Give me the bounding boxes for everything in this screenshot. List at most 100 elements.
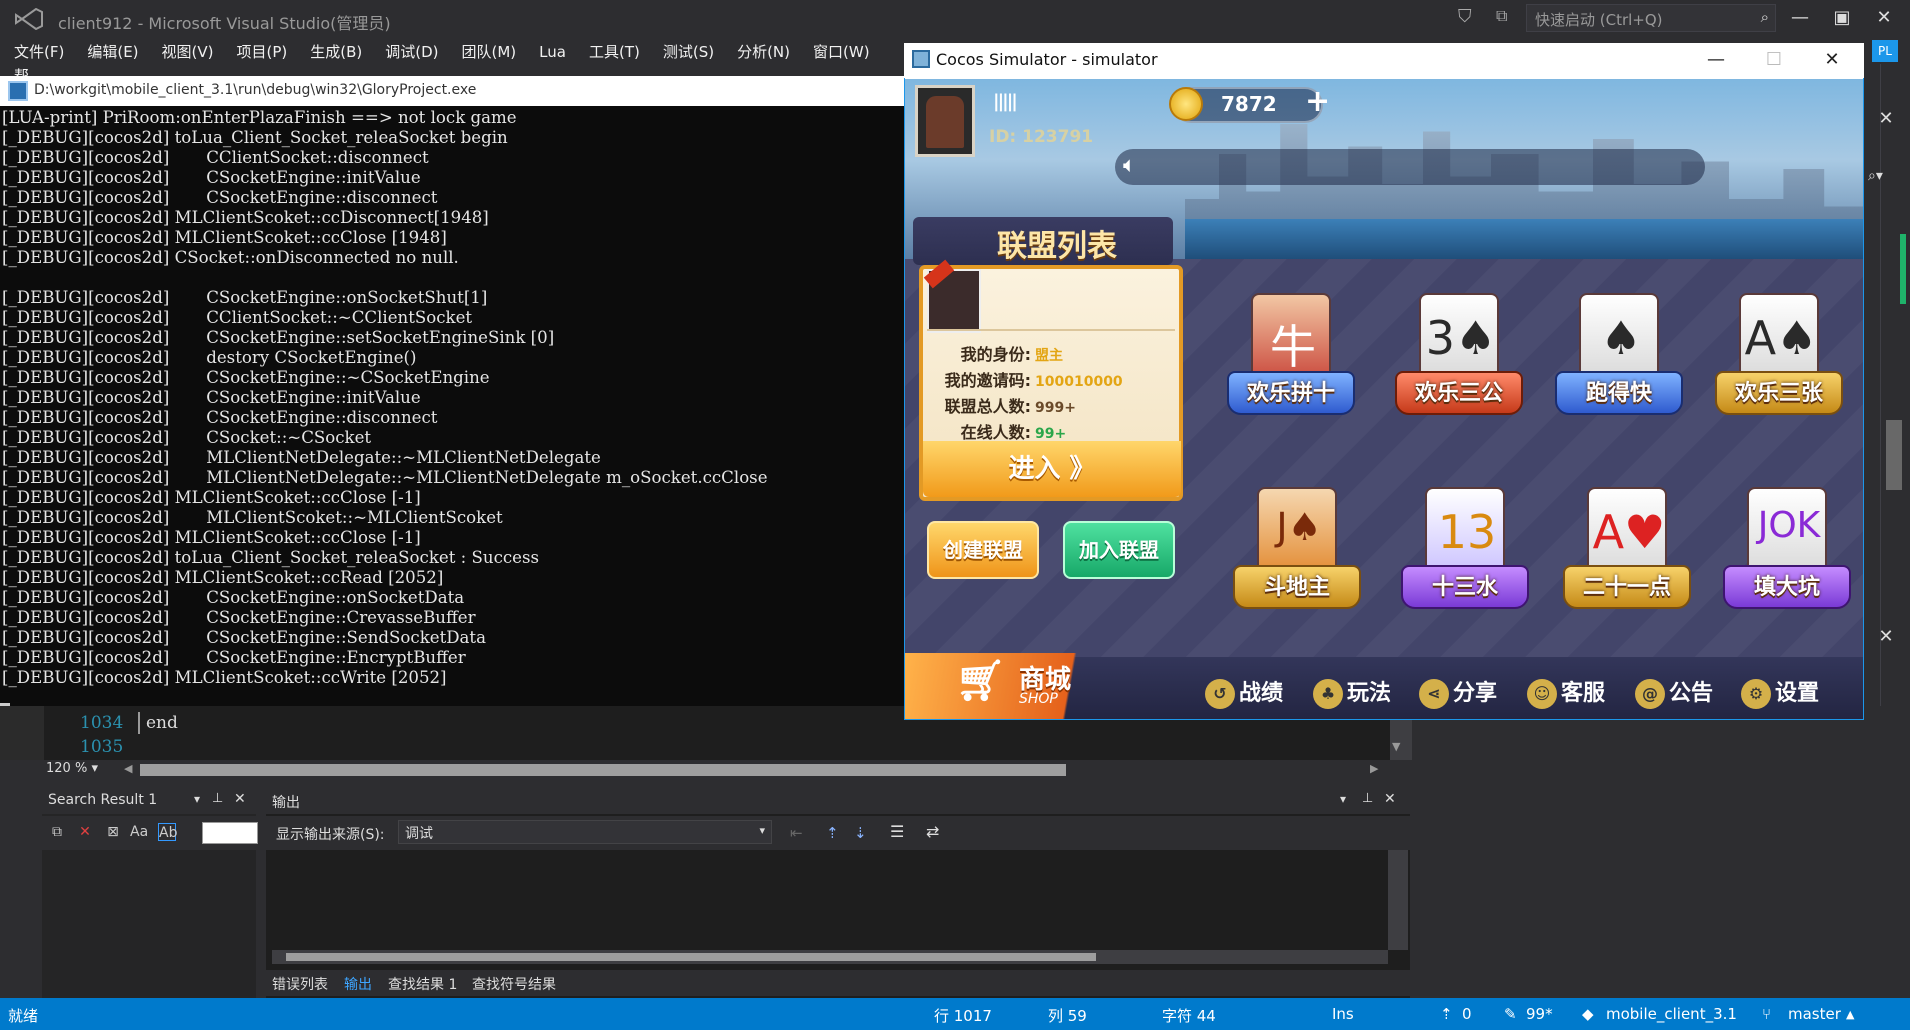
output-title: 输出 — [272, 795, 300, 811]
repository-name[interactable]: mobile_client_3.1 — [1606, 1005, 1737, 1023]
dropdown-icon[interactable]: ▾ — [1340, 792, 1346, 806]
output-horizontal-thumb[interactable] — [286, 953, 1096, 961]
nav-service[interactable]: ☺ 客服 — [1527, 675, 1605, 709]
menu-team[interactable]: 团队(M) — [462, 38, 517, 62]
zoom-select[interactable]: 120 % ▾ — [46, 761, 98, 776]
add-coins-button[interactable]: + — [1305, 87, 1330, 117]
gear-icon: ⚙ — [1741, 679, 1771, 709]
game-tile-tiandakeng[interactable]: JOK 填大坑 — [1719, 479, 1855, 619]
dropdown-icon[interactable]: ▾ — [194, 792, 200, 806]
heart-ace-icon: A♥ — [1592, 505, 1666, 559]
clear-all-icon[interactable]: ☰ — [890, 822, 904, 841]
quick-launch-placeholder: 快速启动 (Ctrl+Q) — [1535, 11, 1663, 29]
close-panel-icon-2[interactable]: ✕ — [1874, 626, 1898, 650]
empty-document-area — [1412, 706, 1904, 998]
menu-build[interactable]: 生成(B) — [310, 38, 362, 62]
menu-project[interactable]: 项目(P) — [237, 38, 288, 62]
console-output[interactable]: [LUA-print] PriRoom:onEnterPlazaFinish =… — [0, 106, 904, 706]
maximize-button[interactable]: ▣ — [1822, 4, 1862, 32]
pin-icon[interactable]: ⊥ — [1362, 791, 1373, 806]
next-message-icon[interactable]: ⇣ — [854, 824, 867, 842]
tab-error-list[interactable]: 错误列表 — [272, 974, 328, 994]
game-tile-sanzhang[interactable]: A♠ 欢乐三张 — [1711, 285, 1847, 425]
pin-icon[interactable]: ⊥ — [212, 791, 223, 806]
code-line[interactable]: end — [146, 713, 178, 733]
sim-minimize-button[interactable]: — — [1696, 46, 1736, 74]
pending-changes[interactable]: 99* — [1526, 1005, 1553, 1023]
clear-icon[interactable]: ✕ — [76, 823, 94, 841]
tab-output[interactable]: 输出 — [344, 974, 372, 994]
game-tile-sangong[interactable]: 3♠ 欢乐三公 — [1391, 285, 1527, 425]
game-tile-doudizhu[interactable]: J♠ 斗地主 — [1229, 479, 1365, 619]
scroll-right-icon[interactable]: ▶ — [1370, 762, 1378, 775]
word-wrap-icon[interactable]: ⇄ — [926, 822, 939, 841]
shop-sublabel: SHOP — [1019, 691, 1058, 707]
scrollbar-thumb[interactable] — [1886, 420, 1902, 490]
menu-tools[interactable]: 工具(T) — [589, 38, 640, 62]
branch-name[interactable]: master — [1788, 1005, 1841, 1023]
search-result-input[interactable] — [202, 822, 258, 844]
game-tile-shisanshui[interactable]: 13 十三水 — [1397, 479, 1533, 619]
horizontal-scrollbar-thumb[interactable] — [140, 764, 1066, 776]
close-icon[interactable]: ✕ — [1384, 791, 1396, 807]
unpushed-count[interactable]: 0 — [1462, 1005, 1472, 1023]
match-word-icon[interactable]: Ab — [158, 823, 177, 841]
create-league-button[interactable]: 创建联盟 — [927, 521, 1039, 579]
game-tile-blackjack[interactable]: A♥ 二十一点 — [1559, 479, 1695, 619]
previous-message-icon[interactable]: ⇡ — [826, 824, 839, 842]
nav-settings[interactable]: ⚙ 设置 — [1741, 675, 1819, 709]
menu-lua[interactable]: Lua — [539, 40, 566, 61]
branch-menu-icon[interactable]: ▲ — [1846, 1008, 1854, 1021]
scroll-left-icon[interactable]: ◀ — [124, 762, 132, 775]
line-number: 1035 — [80, 737, 124, 757]
quick-launch-input[interactable]: 快速启动 (Ctrl+Q) ⌕ — [1526, 4, 1776, 32]
stop-search-icon[interactable]: ⊠ — [104, 823, 122, 841]
menu-edit[interactable]: 编辑(E) — [87, 38, 138, 62]
publish-icon[interactable]: ⇡ — [1440, 1005, 1453, 1023]
menu-view[interactable]: 视图(V) — [162, 38, 214, 62]
menu-window[interactable]: 窗口(W) — [813, 38, 870, 62]
player-avatar[interactable] — [915, 85, 975, 157]
tab-find-symbol-results[interactable]: 查找符号结果 — [472, 974, 556, 994]
menu-file[interactable]: 文件(F) — [14, 38, 64, 62]
game-label: 欢乐三张 — [1734, 381, 1823, 406]
nav-record[interactable]: ↺ 战绩 — [1205, 675, 1283, 709]
sim-close-button[interactable]: ✕ — [1812, 46, 1852, 74]
nav-notice[interactable]: @ 公告 — [1635, 675, 1713, 709]
search-dropdown-icon[interactable]: ⌕▾ — [1868, 168, 1900, 190]
console-line: [_DEBUG][cocos2d] CSocketEngine::disconn… — [2, 408, 438, 427]
minimize-button[interactable]: — — [1780, 4, 1820, 32]
account-badge[interactable]: PL — [1872, 40, 1898, 62]
league-total-row: 联盟总人数: 999+ — [927, 393, 1127, 417]
pencil-icon: ✎ — [1504, 1005, 1517, 1023]
console-lines: [LUA-print] PriRoom:onEnterPlazaFinish =… — [2, 108, 768, 688]
menu-debug[interactable]: 调试(D) — [385, 38, 438, 62]
join-league-button[interactable]: 加入联盟 — [1063, 521, 1175, 579]
line-number: 1034 — [80, 713, 124, 733]
game-label: 二十一点 — [1582, 575, 1671, 600]
menu-analyze[interactable]: 分析(N) — [737, 38, 790, 62]
tab-find-results[interactable]: 查找结果 1 — [388, 974, 457, 994]
game-tile-paodekuai[interactable]: ♠ 跑得快 — [1551, 285, 1687, 425]
output-vertical-scrollbar[interactable] — [1388, 850, 1408, 950]
notification-filter-icon[interactable]: ⛉ — [1458, 6, 1482, 30]
enter-league-button[interactable]: 进入 》 — [923, 441, 1181, 497]
go-to-location-icon[interactable]: ⇤ — [790, 824, 803, 842]
game-canvas[interactable]: ||||| ID: 123791 7872 + 🔈︎ 联盟列表 我的身份: 盟主 … — [905, 79, 1863, 719]
sim-maximize-button[interactable]: ☐ — [1754, 46, 1794, 74]
close-icon[interactable]: ✕ — [234, 791, 246, 807]
feedback-icon[interactable]: ⧉ — [1496, 6, 1520, 30]
close-panel-icon[interactable]: ✕ — [1874, 108, 1898, 132]
league-invite-value: 100010000 — [1035, 374, 1123, 390]
menu-test[interactable]: 测试(S) — [663, 38, 714, 62]
output-source-select[interactable]: 调试 ▾ — [398, 820, 772, 844]
close-button[interactable]: ✕ — [1864, 4, 1904, 32]
nav-rules[interactable]: ♣ 玩法 — [1313, 675, 1391, 709]
game-tile-niuniu[interactable]: 牛 欢乐拼十 — [1223, 285, 1359, 425]
bull-icon: 牛 — [1270, 320, 1316, 374]
nav-share[interactable]: ⋖ 分享 — [1419, 675, 1497, 709]
scroll-down-icon[interactable]: ▼ — [1392, 740, 1400, 753]
console-line: [_DEBUG][cocos2d] MLClientNetDelegate::~… — [2, 448, 601, 467]
match-case-icon[interactable]: Aa — [130, 823, 148, 841]
copy-icon[interactable]: ⧉ — [48, 823, 66, 841]
